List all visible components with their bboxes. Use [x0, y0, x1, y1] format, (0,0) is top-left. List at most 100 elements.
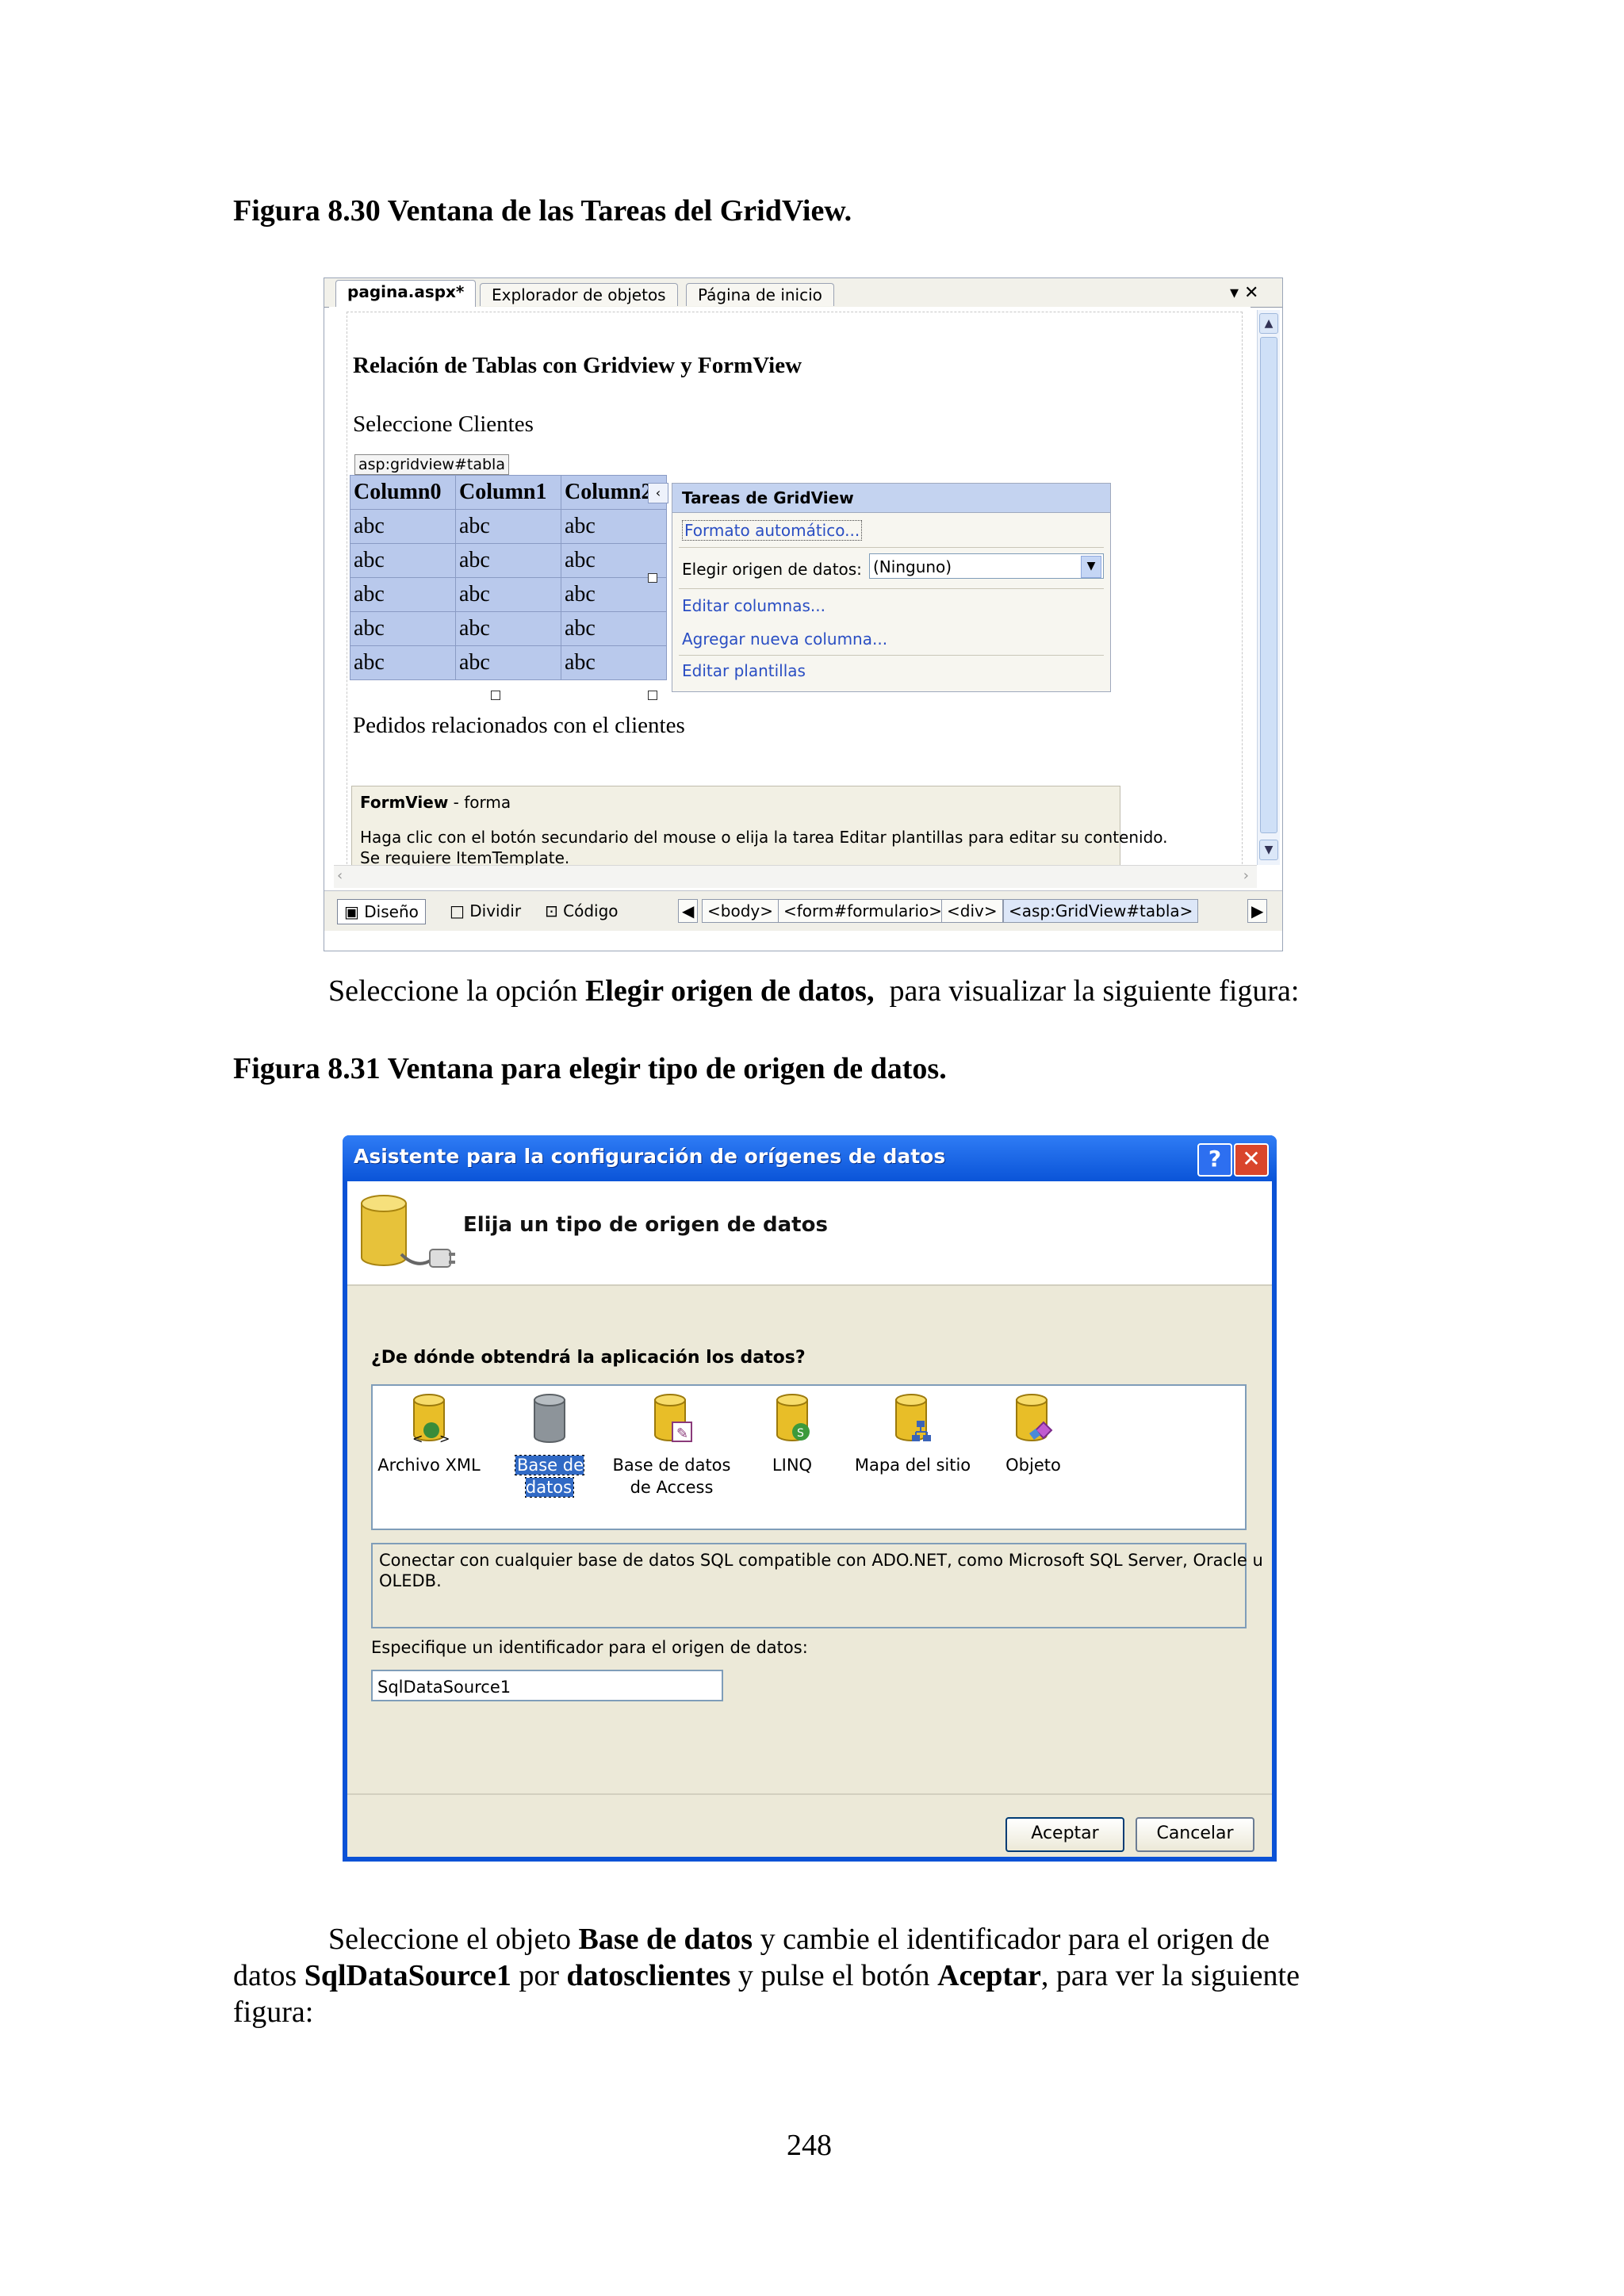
grid-header-cell: Column1 — [455, 475, 561, 510]
choice-label: Mapa del sitio — [854, 1456, 971, 1475]
tasks-divider — [679, 588, 1104, 589]
dialog-title: Asistente para la configuración de oríge… — [354, 1145, 946, 1168]
grid-cell: abc — [350, 577, 456, 612]
para1-bold: Elegir origen de datos, — [584, 974, 875, 1008]
database-plug-icon — [361, 1195, 455, 1268]
access-database-icon: ✎ — [650, 1392, 693, 1445]
datasource-id-input[interactable]: SqlDataSource1 — [371, 1670, 723, 1701]
grid-cell: abc — [455, 543, 561, 578]
scroll-thumb[interactable] — [1260, 337, 1277, 833]
edit-templates-link[interactable]: Editar plantillas — [682, 661, 806, 680]
datasource-label: Elegir origen de datos: — [682, 560, 862, 579]
page-number: 248 — [787, 2129, 832, 2162]
choice-label: Archivo XML — [377, 1456, 481, 1475]
choice-database[interactable]: Base de datos — [490, 1392, 609, 1498]
auto-format-link[interactable]: Formato automático... — [682, 520, 863, 541]
svg-text:>: > — [439, 1431, 450, 1445]
para1-text-end: para visualizar la siguiente figura: — [874, 974, 1300, 1008]
grid-cell: abc — [561, 509, 667, 544]
table-row: abc abc abc — [350, 577, 667, 612]
split-view-label: Dividir — [469, 901, 522, 920]
formview-name-rest: - forma — [448, 793, 511, 812]
id-label: Especifique un identificador para el ori… — [371, 1638, 808, 1657]
grid-cell: abc — [455, 611, 561, 646]
tasks-divider — [679, 655, 1104, 656]
paragraph-1: Seleccione la opción Elegir origen de da… — [328, 974, 1299, 1008]
grid-cell: abc — [561, 645, 667, 680]
dialog-body: Elija un tipo de origen de datos ¿De dón… — [347, 1181, 1272, 1857]
choice-label-2: de Access — [630, 1478, 714, 1497]
formview-name-bold: FormView — [360, 793, 449, 812]
split-view-button[interactable]: □ Dividir — [443, 899, 527, 923]
resize-handle[interactable] — [648, 573, 657, 583]
grid-cell: abc — [350, 645, 456, 680]
choice-site-map[interactable]: Mapa del sitio — [853, 1392, 972, 1476]
resize-handle[interactable] — [491, 691, 500, 700]
grid-cell: abc — [561, 611, 667, 646]
object-icon — [1012, 1392, 1055, 1445]
chevron-down-icon[interactable]: ▼ — [1081, 556, 1101, 578]
site-map-icon — [891, 1392, 934, 1445]
breadcrumb-body[interactable]: <body> — [702, 899, 779, 923]
choice-object[interactable]: Objeto — [974, 1392, 1093, 1476]
design-view-button[interactable]: ▣ Diseño — [337, 899, 426, 924]
resize-handle[interactable] — [648, 691, 657, 700]
tab-pagina-aspx[interactable]: pagina.aspx* — [335, 280, 477, 308]
breadcrumb-gridview[interactable]: <asp:GridView#tabla> — [1003, 899, 1199, 923]
code-view-button[interactable]: ⊡ Código — [538, 899, 625, 923]
datasource-select[interactable]: (Ninguno) ▼ — [869, 553, 1104, 579]
gridview-tasks-panel: Tareas de GridView Formato automático...… — [672, 483, 1111, 692]
edit-columns-link[interactable]: Editar columnas... — [682, 596, 825, 615]
svg-text:S: S — [797, 1427, 804, 1440]
datasource-wizard-dialog: Asistente para la configuración de oríge… — [343, 1135, 1277, 1862]
scroll-right-icon[interactable]: › — [1243, 867, 1249, 884]
scroll-up-icon[interactable]: ▲ — [1259, 313, 1278, 334]
choice-linq[interactable]: S LINQ — [733, 1392, 852, 1476]
horizontal-scrollbar[interactable]: ‹ › — [334, 865, 1257, 888]
tab-start-page[interactable]: Página de inicio — [686, 283, 834, 306]
table-row: abc abc abc — [350, 509, 667, 544]
scroll-left-icon[interactable]: ‹ — [337, 867, 343, 884]
breadcrumb-next-icon[interactable]: ▶ — [1247, 899, 1268, 923]
para2-text: por — [511, 1959, 567, 1992]
choice-label: Base de datos — [612, 1456, 731, 1475]
close-icon[interactable]: ✕ — [1234, 1143, 1269, 1177]
breadcrumb-div[interactable]: <div> — [941, 899, 1003, 923]
formview-line1: Haga clic con el botón secundario del mo… — [360, 828, 1168, 847]
add-column-link[interactable]: Agregar nueva columna... — [682, 629, 887, 649]
scroll-down-icon[interactable]: ▼ — [1259, 840, 1278, 860]
formview-name: FormView - forma — [360, 793, 511, 812]
vs-designer-window: pagina.aspx* Explorador de objetos Págin… — [324, 277, 1283, 951]
tasks-title: Tareas de GridView — [672, 484, 1110, 513]
code-view-label: Código — [563, 901, 619, 920]
dialog-header: Elija un tipo de origen de datos — [347, 1181, 1272, 1286]
grid-cell: abc — [350, 509, 456, 544]
formview-placeholder[interactable]: FormView - forma Haga clic con el botón … — [351, 786, 1168, 876]
description-line2: OLEDB. — [379, 1571, 442, 1590]
dialog-header-text: Elija un tipo de origen de datos — [463, 1213, 828, 1237]
smart-tag-collapse-icon[interactable]: ‹ — [648, 483, 668, 503]
ok-button[interactable]: Aceptar — [1005, 1817, 1124, 1852]
para2-bold: SqlDataSource1 — [304, 1959, 511, 1992]
para2-text: , para ver la siguiente — [1040, 1959, 1300, 1992]
dialog-title-bar[interactable]: Asistente para la configuración de oríge… — [343, 1135, 1277, 1181]
breadcrumb-prev-icon[interactable]: ◀ — [678, 899, 699, 923]
help-icon[interactable]: ? — [1197, 1143, 1232, 1177]
cancel-button[interactable]: Cancelar — [1136, 1817, 1254, 1852]
grid-header-row: Column0 Column1 Column2 — [350, 475, 667, 510]
paragraph-2-line2: datos SqlDataSource1 por datosclientes y… — [233, 1958, 1300, 1993]
choice-xml-file[interactable]: < > Archivo XML — [370, 1392, 488, 1476]
related-orders-label: Pedidos relacionados con el clientes — [353, 713, 685, 738]
choice-access-database[interactable]: ✎ Base de datos de Access — [612, 1392, 731, 1498]
tab-object-browser[interactable]: Explorador de objetos — [480, 283, 678, 306]
grid-cell: abc — [350, 543, 456, 578]
figure-8-30-caption: Figura 8.30 Ventana de las Tareas del Gr… — [233, 194, 852, 228]
datasource-description: Conectar con cualquier base de datos SQL… — [371, 1543, 1263, 1628]
gridview-table[interactable]: Column0 Column1 Column2 abc abc abc abc … — [350, 475, 667, 680]
datasource-select-value: (Ninguno) — [873, 557, 952, 576]
vertical-scrollbar[interactable]: ▲ ▼ — [1257, 310, 1280, 865]
window-controls-icon[interactable]: ▾ ✕ — [1230, 283, 1258, 303]
breadcrumb-form[interactable]: <form#formulario> — [778, 899, 948, 923]
table-row: abc abc abc — [350, 543, 667, 578]
choice-label-selected: Base de datos — [514, 1455, 585, 1498]
